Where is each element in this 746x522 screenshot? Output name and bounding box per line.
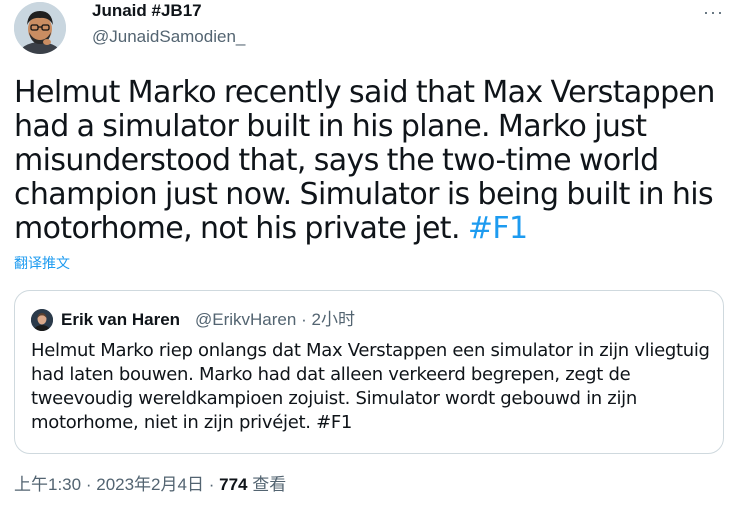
quoted-author-name[interactable]: Erik van Haren	[61, 309, 180, 331]
author-handle[interactable]: @JunaidSamodien_	[92, 26, 245, 48]
quoted-separator: ·	[301, 310, 307, 329]
more-options-icon[interactable]: ···	[703, 2, 724, 23]
quoted-author-meta: @ErikvHaren · 2小时	[195, 309, 355, 331]
views-count: 774	[219, 475, 248, 494]
quoted-tweet-text: Helmut Marko riep onlangs dat Max Versta…	[31, 340, 710, 433]
author-display-name[interactable]: Junaid #JB17	[92, 0, 202, 22]
translate-tweet-link[interactable]: 翻译推文	[14, 254, 70, 272]
tweet-date[interactable]: 2023年2月4日	[96, 475, 204, 494]
tweet-body: Helmut Marko recently said that Max Vers…	[14, 75, 715, 246]
tweet-meta: 上午1:30 · 2023年2月4日 · 774 查看	[14, 474, 286, 496]
author-avatar[interactable]	[14, 2, 66, 54]
tweet-text: Helmut Marko recently said that Max Vers…	[14, 76, 734, 246]
quoted-author-handle[interactable]: @ErikvHaren	[195, 310, 296, 329]
views-label: 查看	[252, 475, 287, 494]
quoted-author-avatar[interactable]	[31, 309, 53, 331]
tweet-time[interactable]: 上午1:30	[14, 475, 81, 494]
meta-separator: ·	[85, 475, 92, 494]
meta-separator: ·	[208, 475, 215, 494]
quoted-tweet-card[interactable]: Erik van Haren @ErikvHaren · 2小时 Helmut …	[14, 290, 724, 454]
quoted-time[interactable]: 2小时	[311, 310, 354, 329]
hashtag-link[interactable]: #F1	[468, 211, 528, 246]
